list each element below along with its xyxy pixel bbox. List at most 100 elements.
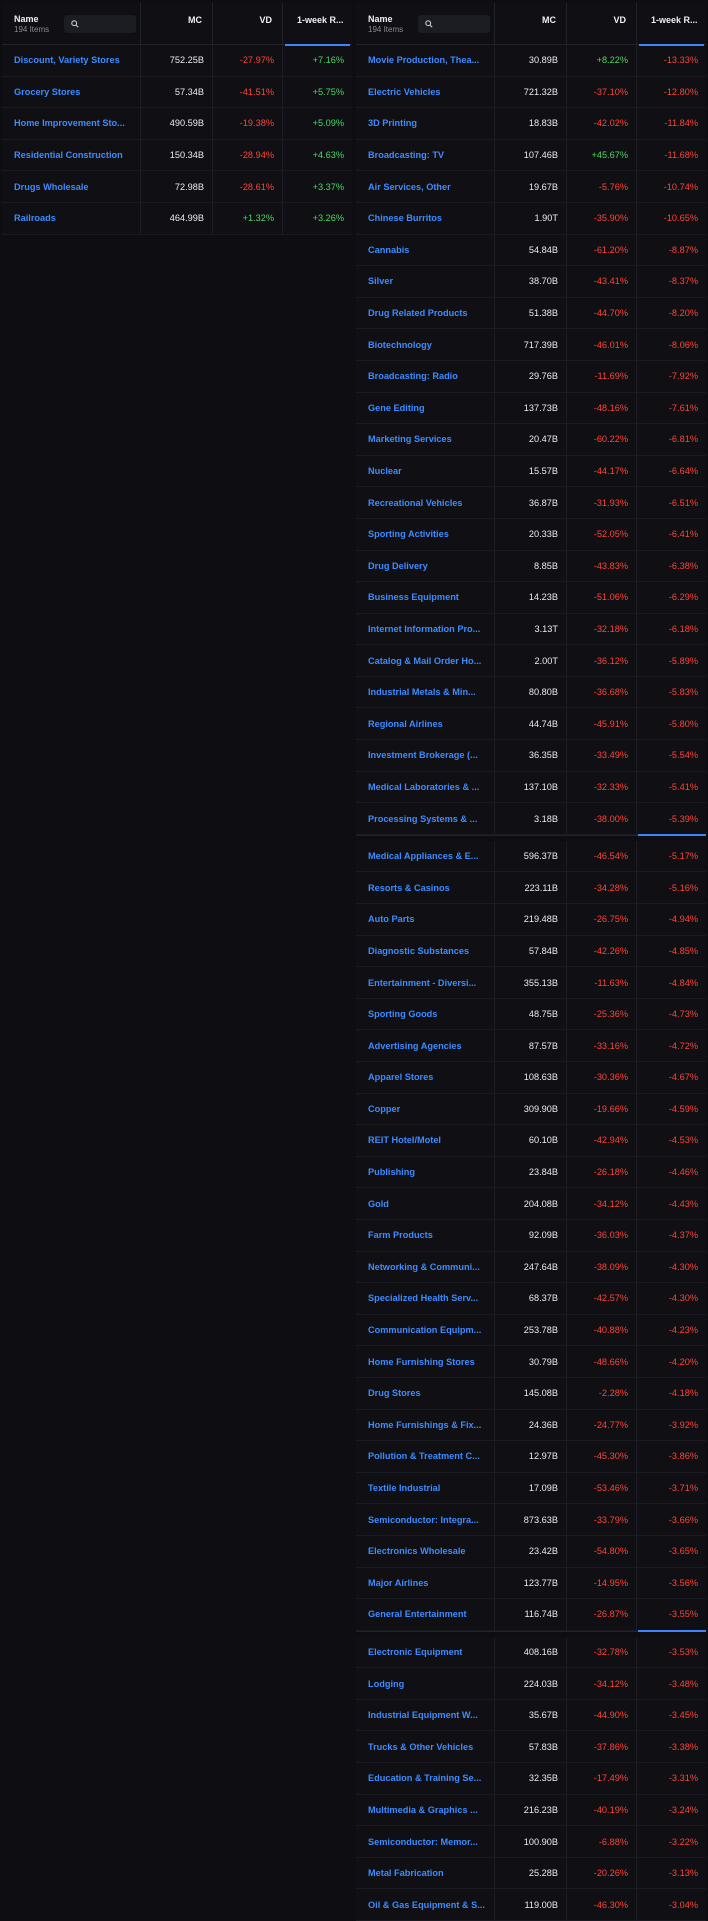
table-row[interactable]: Communication Equipm... 253.78B -40.88% -4.… xyxy=(356,1314,706,1347)
industry-name-cell[interactable]: Marketing Services xyxy=(356,424,495,455)
table-row[interactable]: Multimedia & Graphics ... 216.23B -40.19% -… xyxy=(356,1794,706,1827)
industry-name[interactable]: Nuclear xyxy=(368,466,402,476)
table-row[interactable]: Discount, Variety Stores 752.25B -27.97% +7… xyxy=(2,45,352,77)
table-row[interactable]: Home Improvement Sto... 490.59B -19.38% +5.… xyxy=(2,108,352,140)
industry-name-cell[interactable]: Lodging xyxy=(356,1668,495,1699)
table-row[interactable]: 3D Printing 18.83B -42.02% -11.84% xyxy=(356,108,706,140)
table-row[interactable]: Oil & Gas Equipment & S... 119.00B -46.30%… xyxy=(356,1889,706,1921)
industry-name-cell[interactable]: Recreational Vehicles xyxy=(356,487,495,518)
table-row[interactable]: Drug Delivery 8.85B -43.83% -6.38% xyxy=(356,550,706,583)
industry-name-cell[interactable]: Gold xyxy=(356,1188,495,1219)
table-row[interactable]: Auto Parts 219.48B -26.75% -4.94% xyxy=(356,904,706,936)
industry-name-cell[interactable]: Networking & Communi... xyxy=(356,1251,495,1283)
industry-name-cell[interactable]: Movie Production, Thea... xyxy=(356,45,495,76)
industry-name[interactable]: Major Airlines xyxy=(368,1578,428,1588)
table-row[interactable]: Home Furnishings & Fix... 24.36B -24.77% -3… xyxy=(356,1409,706,1442)
table-row[interactable]: Major Airlines 123.77B -14.95% -3.56% xyxy=(356,1567,706,1600)
industry-name-cell[interactable]: Multimedia & Graphics ... xyxy=(356,1794,495,1826)
table-row[interactable]: Biotechnology 717.39B -46.01% -8.06% xyxy=(356,329,706,361)
industry-name[interactable]: Pollution & Treatment C... xyxy=(368,1451,480,1461)
industry-name-cell[interactable]: Farm Products xyxy=(356,1219,495,1251)
industry-name-cell[interactable]: Gene Editing xyxy=(356,392,495,424)
table-row[interactable]: Internet Information Pro... 3.13T -32.18% -… xyxy=(356,613,706,646)
industry-name-cell[interactable]: Pollution & Treatment C... xyxy=(356,1441,495,1472)
table-row[interactable]: Cannabis 54.84B -61.20% -8.87% xyxy=(356,234,706,267)
industry-name-cell[interactable]: Textile Industrial xyxy=(356,1472,495,1504)
table-row[interactable]: General Entertainment 116.74B -26.87% -3.55… xyxy=(356,1599,706,1631)
industry-name[interactable]: Copper xyxy=(368,1104,400,1114)
industry-name[interactable]: Education & Training Se... xyxy=(368,1773,481,1783)
industry-name[interactable]: Silver xyxy=(368,276,393,286)
table-row[interactable]: Grocery Stores 57.34B -41.51% +5.75% xyxy=(2,76,352,109)
table-row[interactable]: Gold 204.08B -34.12% -4.43% xyxy=(356,1188,706,1220)
industry-name[interactable]: Metal Fabrication xyxy=(368,1868,444,1878)
industry-name-cell[interactable]: Broadcasting: Radio xyxy=(356,360,495,392)
industry-name[interactable]: Auto Parts xyxy=(368,914,414,924)
industry-name-cell[interactable]: 3D Printing xyxy=(356,108,495,139)
table-row[interactable]: Diagnostic Substances 57.84B -42.26% -4.85% xyxy=(356,935,706,968)
industry-name[interactable]: Marketing Services xyxy=(368,434,452,444)
table-row[interactable]: Apparel Stores 108.63B -30.36% -4.67% xyxy=(356,1062,706,1094)
industry-name-cell[interactable]: Home Improvement Sto... xyxy=(2,108,141,139)
table-row[interactable]: Textile Industrial 17.09B -53.46% -3.71% xyxy=(356,1472,706,1505)
industry-name[interactable]: Processing Systems & ... xyxy=(368,814,477,824)
industry-name[interactable]: Electric Vehicles xyxy=(368,87,441,97)
industry-name-cell[interactable]: Home Furnishing Stores xyxy=(356,1346,495,1377)
mc-column-header[interactable]: MC xyxy=(141,3,213,44)
table-row[interactable]: REIT Hotel/Motel 60.10B -42.94% -4.53% xyxy=(356,1125,706,1157)
industry-name-cell[interactable]: Entertainment - Diversi... xyxy=(356,967,495,998)
table-row[interactable]: Investment Brokerage (... 36.35B -33.49% -5… xyxy=(356,740,706,772)
table-row[interactable]: Chinese Burritos 1.90T -35.90% -10.65% xyxy=(356,202,706,235)
table-row[interactable]: Farm Products 92.09B -36.03% -4.37% xyxy=(356,1219,706,1252)
industry-name[interactable]: Specialized Health Serv... xyxy=(368,1293,478,1303)
table-row[interactable]: Semiconductor: Integra... 873.63B -33.79% -… xyxy=(356,1504,706,1536)
industry-name-cell[interactable]: Industrial Metals & Min... xyxy=(356,676,495,708)
table-row[interactable]: Electric Vehicles 721.32B -37.10% -12.80% xyxy=(356,76,706,109)
table-row[interactable]: Regional Airlines 44.74B -45.91% -5.80% xyxy=(356,708,706,741)
table-row[interactable]: Home Furnishing Stores 30.79B -48.66% -4.20… xyxy=(356,1346,706,1378)
table-row[interactable]: Nuclear 15.57B -44.17% -6.64% xyxy=(356,455,706,488)
table-row[interactable]: Drug Related Products 51.38B -44.70% -8.20% xyxy=(356,297,706,330)
industry-name[interactable]: Internet Information Pro... xyxy=(368,624,480,634)
table-row[interactable]: Copper 309.90B -19.66% -4.59% xyxy=(356,1093,706,1126)
industry-name[interactable]: Electronics Wholesale xyxy=(368,1546,466,1556)
industry-name[interactable]: Recreational Vehicles xyxy=(368,498,462,508)
industry-name[interactable]: Movie Production, Thea... xyxy=(368,55,479,65)
industry-name[interactable]: Business Equipment xyxy=(368,592,459,602)
industry-name[interactable]: Gene Editing xyxy=(368,403,425,413)
table-row[interactable]: Railroads 464.99B +1.32% +3.26% xyxy=(2,202,352,235)
table-row[interactable]: Sporting Goods 48.75B -25.36% -4.73% xyxy=(356,998,706,1031)
industry-name[interactable]: Diagnostic Substances xyxy=(368,946,469,956)
industry-name[interactable]: Electronic Equipment xyxy=(368,1647,462,1657)
industry-name[interactable]: Regional Airlines xyxy=(368,719,443,729)
table-row[interactable]: Electronics Wholesale 23.42B -54.80% -3.65% xyxy=(356,1535,706,1568)
table-row[interactable]: Drug Stores 145.08B -2.28% -4.18% xyxy=(356,1377,706,1410)
industry-name-cell[interactable]: Oil & Gas Equipment & S... xyxy=(356,1889,495,1921)
table-row[interactable]: Resorts & Casinos 223.11B -34.28% -5.16% xyxy=(356,872,706,905)
table-row[interactable]: Air Services, Other 19.67B -5.76% -10.74% xyxy=(356,171,706,203)
name-column-header[interactable]: Name 194 Items xyxy=(2,3,141,44)
industry-name-cell[interactable]: Chinese Burritos xyxy=(356,202,495,234)
table-row[interactable]: Metal Fabrication 25.28B -20.26% -3.13% xyxy=(356,1857,706,1890)
industry-name[interactable]: Broadcasting: TV xyxy=(368,150,444,160)
industry-name-cell[interactable]: Education & Training Se... xyxy=(356,1763,495,1794)
table-row[interactable]: Silver 38.70B -43.41% -8.37% xyxy=(356,266,706,298)
industry-name[interactable]: Grocery Stores xyxy=(14,87,80,97)
industry-name[interactable]: REIT Hotel/Motel xyxy=(368,1135,441,1145)
industry-name-cell[interactable]: Semiconductor: Integra... xyxy=(356,1504,495,1535)
industry-name-cell[interactable]: Internet Information Pro... xyxy=(356,613,495,645)
industry-name-cell[interactable]: Regional Airlines xyxy=(356,708,495,740)
industry-name-cell[interactable]: Major Airlines xyxy=(356,1567,495,1599)
industry-name-cell[interactable]: Air Services, Other xyxy=(356,171,495,202)
table-row[interactable]: Marketing Services 20.47B -60.22% -6.81% xyxy=(356,424,706,456)
industry-name[interactable]: Resorts & Casinos xyxy=(368,883,450,893)
table-row[interactable]: Broadcasting: TV 107.46B +45.67% -11.68% xyxy=(356,139,706,172)
industry-name[interactable]: Drug Stores xyxy=(368,1388,421,1398)
industry-name[interactable]: Catalog & Mail Order Ho... xyxy=(368,656,481,666)
industry-name[interactable]: Medical Laboratories & ... xyxy=(368,782,479,792)
industry-name-cell[interactable]: Catalog & Mail Order Ho... xyxy=(356,645,495,676)
industry-name[interactable]: Multimedia & Graphics ... xyxy=(368,1805,478,1815)
industry-name-cell[interactable]: Electronic Equipment xyxy=(356,1636,495,1668)
industry-name-cell[interactable]: Copper xyxy=(356,1093,495,1125)
table-row[interactable]: Specialized Health Serv... 68.37B -42.57% -… xyxy=(356,1283,706,1315)
